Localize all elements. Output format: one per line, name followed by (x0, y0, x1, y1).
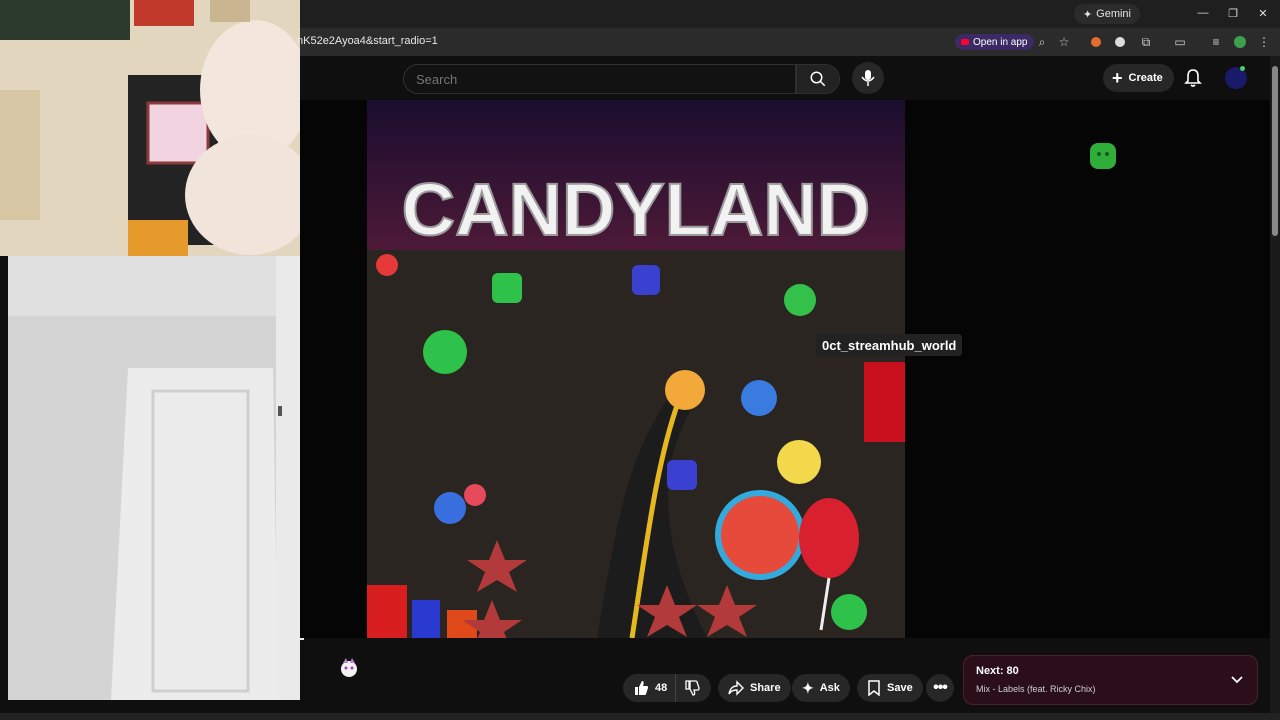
microphone-icon (861, 70, 875, 86)
mascot-icon (338, 657, 360, 679)
thumbs-down-icon (685, 680, 700, 696)
youtube-header: + Create (300, 56, 1270, 100)
address-bar-row: nK52e2Ayoa4&start_radio=1 Open in app ⌕ … (297, 28, 1280, 56)
bookmark-star-icon[interactable]: ☆ (1056, 34, 1072, 50)
gemini-label: Gemini (1096, 8, 1131, 20)
up-next-title: Next: 80 (976, 665, 1019, 677)
menu-icon[interactable]: ⋮ (1256, 34, 1272, 50)
webcam-top-feed (0, 0, 300, 256)
account-avatar[interactable] (1225, 66, 1247, 89)
dislike-button[interactable] (676, 674, 708, 702)
notifications-button[interactable] (1180, 66, 1206, 90)
puzzle-icon[interactable]: ⧉ (1138, 34, 1154, 50)
album-cover-art: CANDYLAND (367, 100, 905, 638)
gemini-button[interactable]: ✦ Gemini (1073, 4, 1140, 24)
extension-icon-2[interactable] (1112, 34, 1128, 50)
sparkle-icon: ✦ (802, 679, 814, 696)
open-in-app-button[interactable]: Open in app (955, 34, 1034, 50)
chevron-down-icon[interactable] (1229, 671, 1245, 687)
bell-icon (1184, 69, 1202, 87)
scrollbar-thumb[interactable] (1272, 66, 1278, 236)
video-actions-row: 48 Share ✦ Ask Save ••• Next: 80 Mix - L… (300, 640, 1270, 720)
share-button[interactable]: Share (718, 674, 791, 702)
search-icon (810, 71, 826, 87)
cast-icon[interactable]: ▭ (1172, 34, 1188, 50)
profile-icon[interactable] (1232, 34, 1248, 50)
restore-icon[interactable]: ❐ (1226, 6, 1240, 20)
tooltip-username: 0ct_streamhub_world (816, 334, 963, 356)
up-next-card[interactable]: Next: 80 Mix - Labels (feat. Ricky Chix) (963, 655, 1258, 705)
like-dislike-group: 48 (623, 674, 711, 702)
address-bar-url[interactable]: nK52e2Ayoa4&start_radio=1 (297, 35, 438, 47)
plus-icon: + (1112, 68, 1123, 88)
thumbs-up-icon (635, 681, 648, 695)
save-button[interactable]: Save (857, 674, 923, 702)
more-horizontal-icon: ••• (933, 679, 948, 696)
bottom-edge-bar (0, 713, 1280, 720)
create-button[interactable]: + Create (1103, 64, 1174, 92)
cover-title: CANDYLAND (402, 168, 871, 251)
share-label: Share (750, 682, 781, 694)
share-icon (728, 680, 744, 696)
create-label: Create (1128, 72, 1163, 84)
bookmark-icon (868, 680, 880, 696)
more-actions-button[interactable]: ••• (926, 674, 954, 702)
voice-search-button[interactable] (852, 62, 884, 94)
webcam-border (0, 256, 8, 720)
zoom-icon[interactable]: ⌕ (1034, 34, 1050, 50)
save-label: Save (887, 682, 913, 694)
search-input[interactable] (404, 65, 795, 93)
up-next-subtitle: Mix - Labels (feat. Ricky Chix) (976, 684, 1096, 694)
like-button[interactable]: 48 (623, 674, 677, 702)
reading-list-icon[interactable]: ≡ (1208, 34, 1224, 50)
sparkle-icon: ✦ (1082, 8, 1093, 21)
search-button[interactable] (796, 64, 840, 94)
minimize-icon[interactable]: — (1196, 6, 1210, 20)
ask-button[interactable]: ✦ Ask (792, 674, 850, 702)
close-icon[interactable]: ✕ (1256, 6, 1270, 20)
like-count: 48 (655, 682, 668, 694)
youtube-icon (961, 39, 969, 45)
extension-icon-1[interactable] (1088, 34, 1104, 50)
open-in-app-label: Open in app (973, 36, 1028, 48)
search-box[interactable] (403, 64, 796, 94)
green-blob-sticker (1088, 141, 1118, 171)
page-scrollbar[interactable] (1270, 56, 1280, 716)
webcam-bottom-feed (8, 256, 304, 700)
ask-label: Ask (819, 682, 840, 694)
browser-title-bar: ✦ Gemini — ❐ ✕ (300, 0, 1280, 28)
